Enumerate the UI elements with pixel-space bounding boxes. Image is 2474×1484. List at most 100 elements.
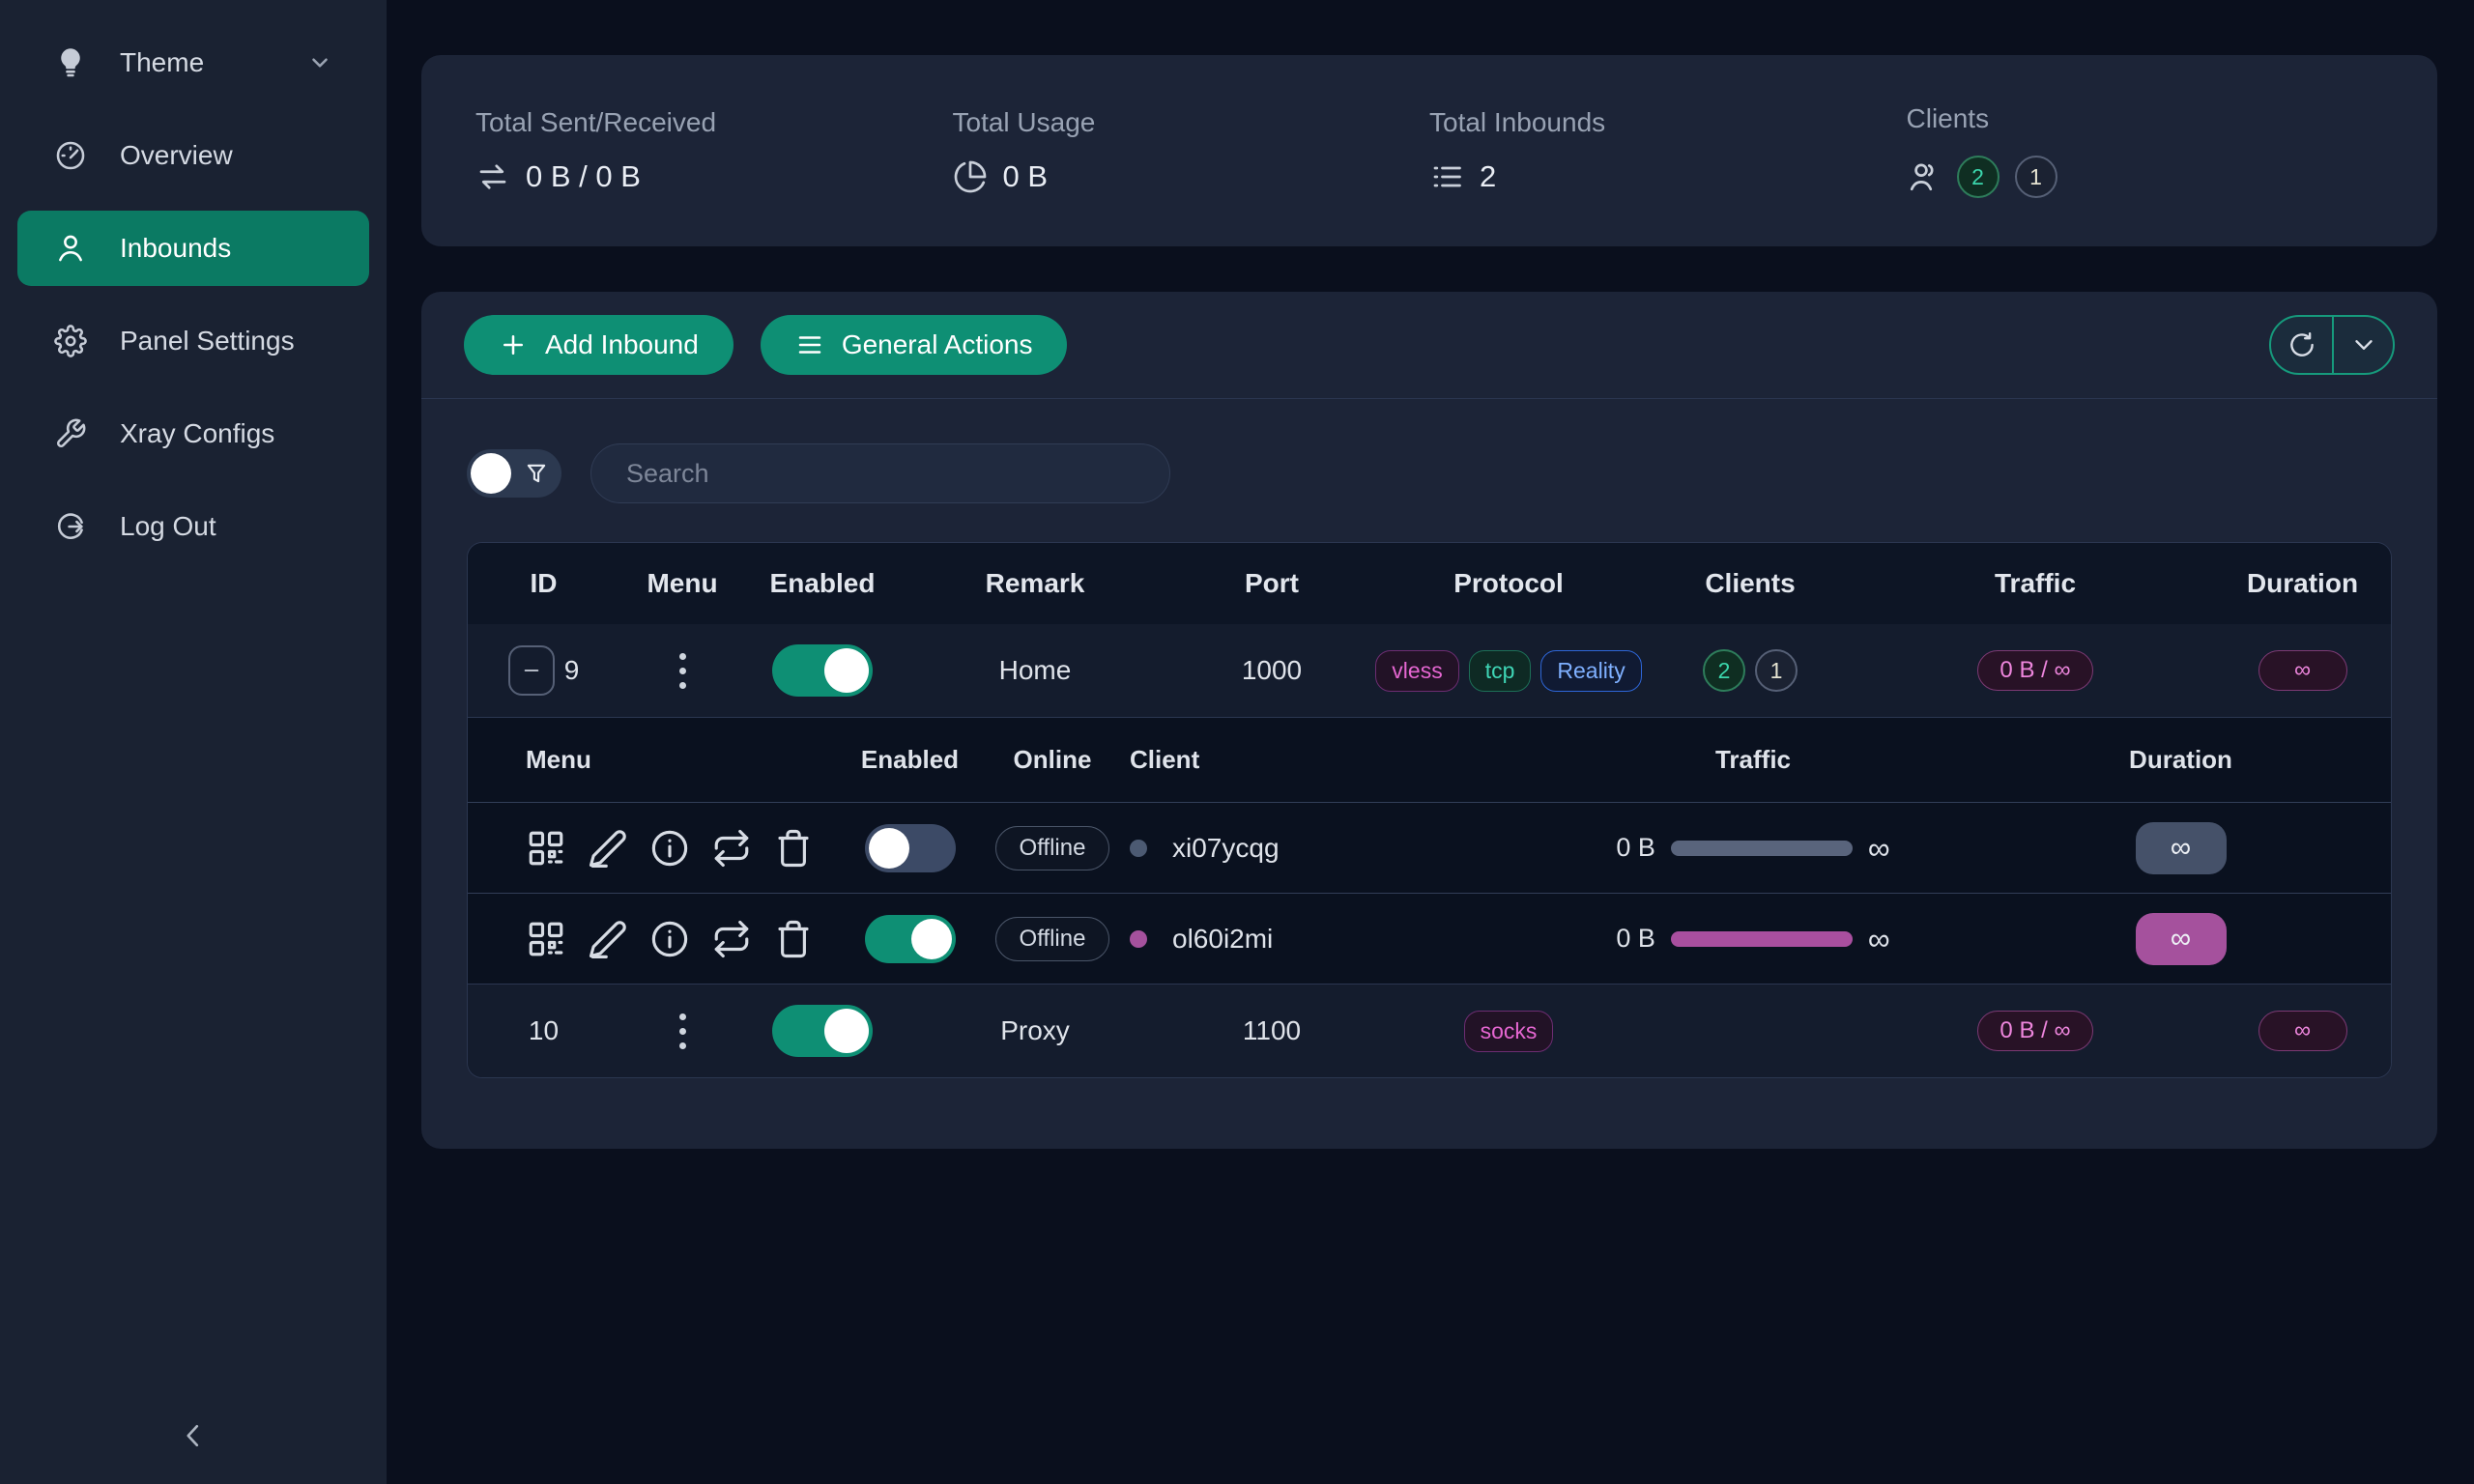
clients-online-badge: 2 xyxy=(1957,156,1999,198)
filter-toggle[interactable] xyxy=(467,449,561,498)
client-status-dot xyxy=(1130,840,1147,857)
sub-col-header-enabled: Enabled xyxy=(845,745,975,775)
duration-badge: ∞ xyxy=(2258,650,2347,691)
trash-icon[interactable] xyxy=(773,919,814,959)
stats-card: Total Sent/Received 0 B / 0 B Total Usag… xyxy=(421,55,2437,246)
refresh-button[interactable] xyxy=(2271,317,2332,373)
stat-value: 0 B xyxy=(1003,159,1049,194)
add-inbound-button[interactable]: Add Inbound xyxy=(464,315,734,375)
protocol-badge: vless xyxy=(1375,650,1458,692)
info-icon[interactable] xyxy=(649,828,690,869)
col-header-clients: Clients xyxy=(1644,568,1856,599)
chevron-down-icon xyxy=(307,50,332,75)
clients-online-badge: 2 xyxy=(1703,649,1745,692)
sidebar-item-label: Panel Settings xyxy=(120,326,295,357)
clients-deactive-badge: 1 xyxy=(1755,649,1798,692)
col-header-port: Port xyxy=(1170,568,1373,599)
sidebar-item-label: Xray Configs xyxy=(120,418,274,449)
stat-total-inbounds: Total Inbounds 2 xyxy=(1429,107,1907,194)
sidebar-item-label: Log Out xyxy=(120,511,216,542)
duration-badge: ∞ xyxy=(2136,822,2227,874)
sidebar-item-xray-configs[interactable]: Xray Configs xyxy=(17,396,369,471)
chevron-left-icon xyxy=(176,1418,211,1453)
client-enabled-toggle[interactable] xyxy=(865,824,956,872)
client-name: xi07ycqg xyxy=(1172,833,1280,864)
stat-label: Total Usage xyxy=(953,107,1430,138)
gear-icon xyxy=(54,325,87,357)
enabled-toggle[interactable] xyxy=(772,1005,873,1057)
inbound-id: 10 xyxy=(529,1015,559,1046)
reset-traffic-icon[interactable] xyxy=(711,828,752,869)
sidebar-item-log-out[interactable]: Log Out xyxy=(17,489,369,564)
stat-label: Total Sent/Received xyxy=(475,107,953,138)
pie-chart-icon xyxy=(953,159,988,194)
stat-value: 0 B / 0 B xyxy=(526,159,641,194)
search-input[interactable] xyxy=(590,443,1170,503)
inbound-remark: Proxy xyxy=(900,1015,1170,1046)
refresh-dropdown-button[interactable] xyxy=(2332,317,2393,373)
clients-deactive-badge: 1 xyxy=(2015,156,2057,198)
col-header-duration: Duration xyxy=(2214,568,2391,599)
edit-icon[interactable] xyxy=(588,919,628,959)
traffic-progress-bar xyxy=(1671,931,1853,947)
client-status-dot xyxy=(1130,930,1147,948)
stat-value: 2 xyxy=(1480,159,1496,194)
filter-row xyxy=(467,443,2392,503)
edit-icon[interactable] xyxy=(588,828,628,869)
gauge-icon xyxy=(54,139,87,172)
sidebar-item-overview[interactable]: Overview xyxy=(17,118,369,193)
table-header-row: ID Menu Enabled Remark Port Protocol Cli… xyxy=(468,543,2391,624)
bulb-icon xyxy=(54,46,87,79)
sub-col-header-duration: Duration xyxy=(1971,745,2391,775)
sidebar-item-inbounds[interactable]: Inbounds xyxy=(17,211,369,286)
sidebar-item-theme[interactable]: Theme xyxy=(17,25,369,100)
main-content: Total Sent/Received 0 B / 0 B Total Usag… xyxy=(387,0,2474,1484)
traffic-badge: 0 B / ∞ xyxy=(1977,650,2092,691)
users-icon xyxy=(1907,159,1942,194)
inbounds-card: Add Inbound General Actions xyxy=(421,292,2437,1149)
qr-code-icon[interactable] xyxy=(526,919,566,959)
sidebar-item-panel-settings[interactable]: Panel Settings xyxy=(17,303,369,379)
inbound-remark: Home xyxy=(900,655,1170,686)
row-menu-button[interactable] xyxy=(672,1006,694,1057)
logout-icon xyxy=(54,510,87,543)
sub-table-header-row: Menu Enabled Online Client Traffic Durat… xyxy=(468,718,2391,802)
plus-icon xyxy=(499,330,528,359)
general-actions-button[interactable]: General Actions xyxy=(761,315,1068,375)
stat-label: Total Inbounds xyxy=(1429,107,1907,138)
duration-badge: ∞ xyxy=(2136,913,2227,965)
expanded-clients-section: Menu Enabled Online Client Traffic Durat… xyxy=(468,717,2391,985)
enabled-toggle[interactable] xyxy=(772,644,873,697)
col-header-traffic: Traffic xyxy=(1856,568,2214,599)
stat-total-sent-received: Total Sent/Received 0 B / 0 B xyxy=(475,107,953,194)
traffic-used: 0 B xyxy=(1616,924,1655,954)
trash-icon[interactable] xyxy=(773,828,814,869)
table-row: 9 Home 1000 vless tcp Reality 2 1 xyxy=(468,624,2391,717)
refresh-icon xyxy=(2287,330,2316,359)
col-header-protocol: Protocol xyxy=(1373,568,1644,599)
traffic-used: 0 B xyxy=(1616,833,1655,863)
protocol-badge: socks xyxy=(1464,1011,1554,1052)
toolbar-divider xyxy=(421,398,2437,399)
info-icon[interactable] xyxy=(649,919,690,959)
sub-col-header-client: Client xyxy=(1130,745,1536,775)
qr-code-icon[interactable] xyxy=(526,828,566,869)
protocol-badge: Reality xyxy=(1540,650,1641,692)
sidebar-item-label: Theme xyxy=(120,47,204,78)
chevron-down-icon xyxy=(2349,330,2378,359)
wrench-icon xyxy=(54,417,87,450)
sub-col-header-menu: Menu xyxy=(526,745,845,775)
user-icon xyxy=(54,232,87,265)
row-menu-button[interactable] xyxy=(672,645,694,697)
col-header-id: ID xyxy=(468,568,619,599)
reset-traffic-icon[interactable] xyxy=(711,919,752,959)
sidebar-collapse-button[interactable] xyxy=(0,1407,387,1465)
client-row: Offline ol60i2mi 0 B ∞ ∞ xyxy=(468,893,2391,984)
traffic-limit: ∞ xyxy=(1868,833,1890,864)
client-enabled-toggle[interactable] xyxy=(865,915,956,963)
col-header-remark: Remark xyxy=(900,568,1170,599)
traffic-badge: 0 B / ∞ xyxy=(1977,1011,2092,1051)
collapse-row-button[interactable] xyxy=(508,645,555,696)
col-header-enabled: Enabled xyxy=(745,568,900,599)
col-header-menu: Menu xyxy=(619,568,745,599)
